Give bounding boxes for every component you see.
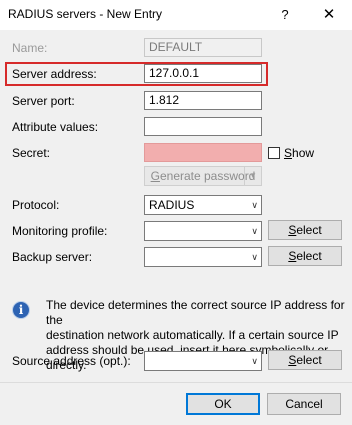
monitoring-profile-select[interactable]: ∨ xyxy=(144,221,262,241)
source-address-select[interactable]: ∨ xyxy=(144,351,262,371)
name-field: DEFAULT xyxy=(144,38,262,57)
server-port-field[interactable]: 1.812 xyxy=(144,91,262,110)
footer-divider xyxy=(0,382,352,383)
source-address-label: Source address (opt.): xyxy=(12,354,131,368)
dialog-window: RADIUS servers - New Entry ? ✕ Name: DEF… xyxy=(0,0,352,425)
chevron-down-icon: ∨ xyxy=(251,200,258,210)
window-title: RADIUS servers - New Entry xyxy=(8,7,163,21)
secret-label: Secret: xyxy=(12,146,51,160)
protocol-select[interactable]: RADIUS ∨ xyxy=(144,195,262,215)
backup-server-label: Backup server: xyxy=(12,250,93,264)
monitoring-profile-label: Monitoring profile: xyxy=(12,224,108,238)
chevron-down-icon: ∨ xyxy=(251,226,258,236)
dropdown-arrow-icon[interactable]: ▼ xyxy=(244,167,261,185)
close-icon[interactable]: ✕ xyxy=(306,0,352,30)
backup-server-select-button[interactable]: Select xyxy=(268,246,342,266)
source-address-select-button[interactable]: Select xyxy=(268,350,342,370)
name-label: Name: xyxy=(12,41,48,55)
ok-button[interactable]: OK xyxy=(186,393,260,415)
cancel-button[interactable]: Cancel xyxy=(267,393,341,415)
server-address-label: Server address: xyxy=(12,67,97,81)
help-icon[interactable]: ? xyxy=(262,0,308,30)
secret-field[interactable] xyxy=(144,143,262,162)
monitoring-profile-select-button[interactable]: Select xyxy=(268,220,342,240)
backup-server-select[interactable]: ∨ xyxy=(144,247,262,267)
attribute-values-label: Attribute values: xyxy=(12,120,99,134)
protocol-value: RADIUS xyxy=(149,198,195,212)
show-secret-label[interactable]: Show xyxy=(284,146,314,160)
attribute-values-field[interactable] xyxy=(144,117,262,136)
info-line: destination network automatically. If a … xyxy=(46,328,339,342)
protocol-label: Protocol: xyxy=(12,198,60,212)
chevron-down-icon: ∨ xyxy=(251,252,258,262)
title-bar: RADIUS servers - New Entry ? ✕ xyxy=(0,0,352,30)
info-line: The device determines the correct source… xyxy=(46,298,345,327)
server-address-field[interactable]: 127.0.0.1 xyxy=(144,64,262,83)
show-secret-checkbox[interactable] xyxy=(268,147,280,159)
info-icon: i xyxy=(12,301,30,319)
generate-password-label: Generate password xyxy=(150,169,256,183)
chevron-down-icon: ∨ xyxy=(251,356,258,366)
server-port-label: Server port: xyxy=(12,94,75,108)
generate-password-button[interactable]: Generate password ▼ xyxy=(144,166,262,186)
